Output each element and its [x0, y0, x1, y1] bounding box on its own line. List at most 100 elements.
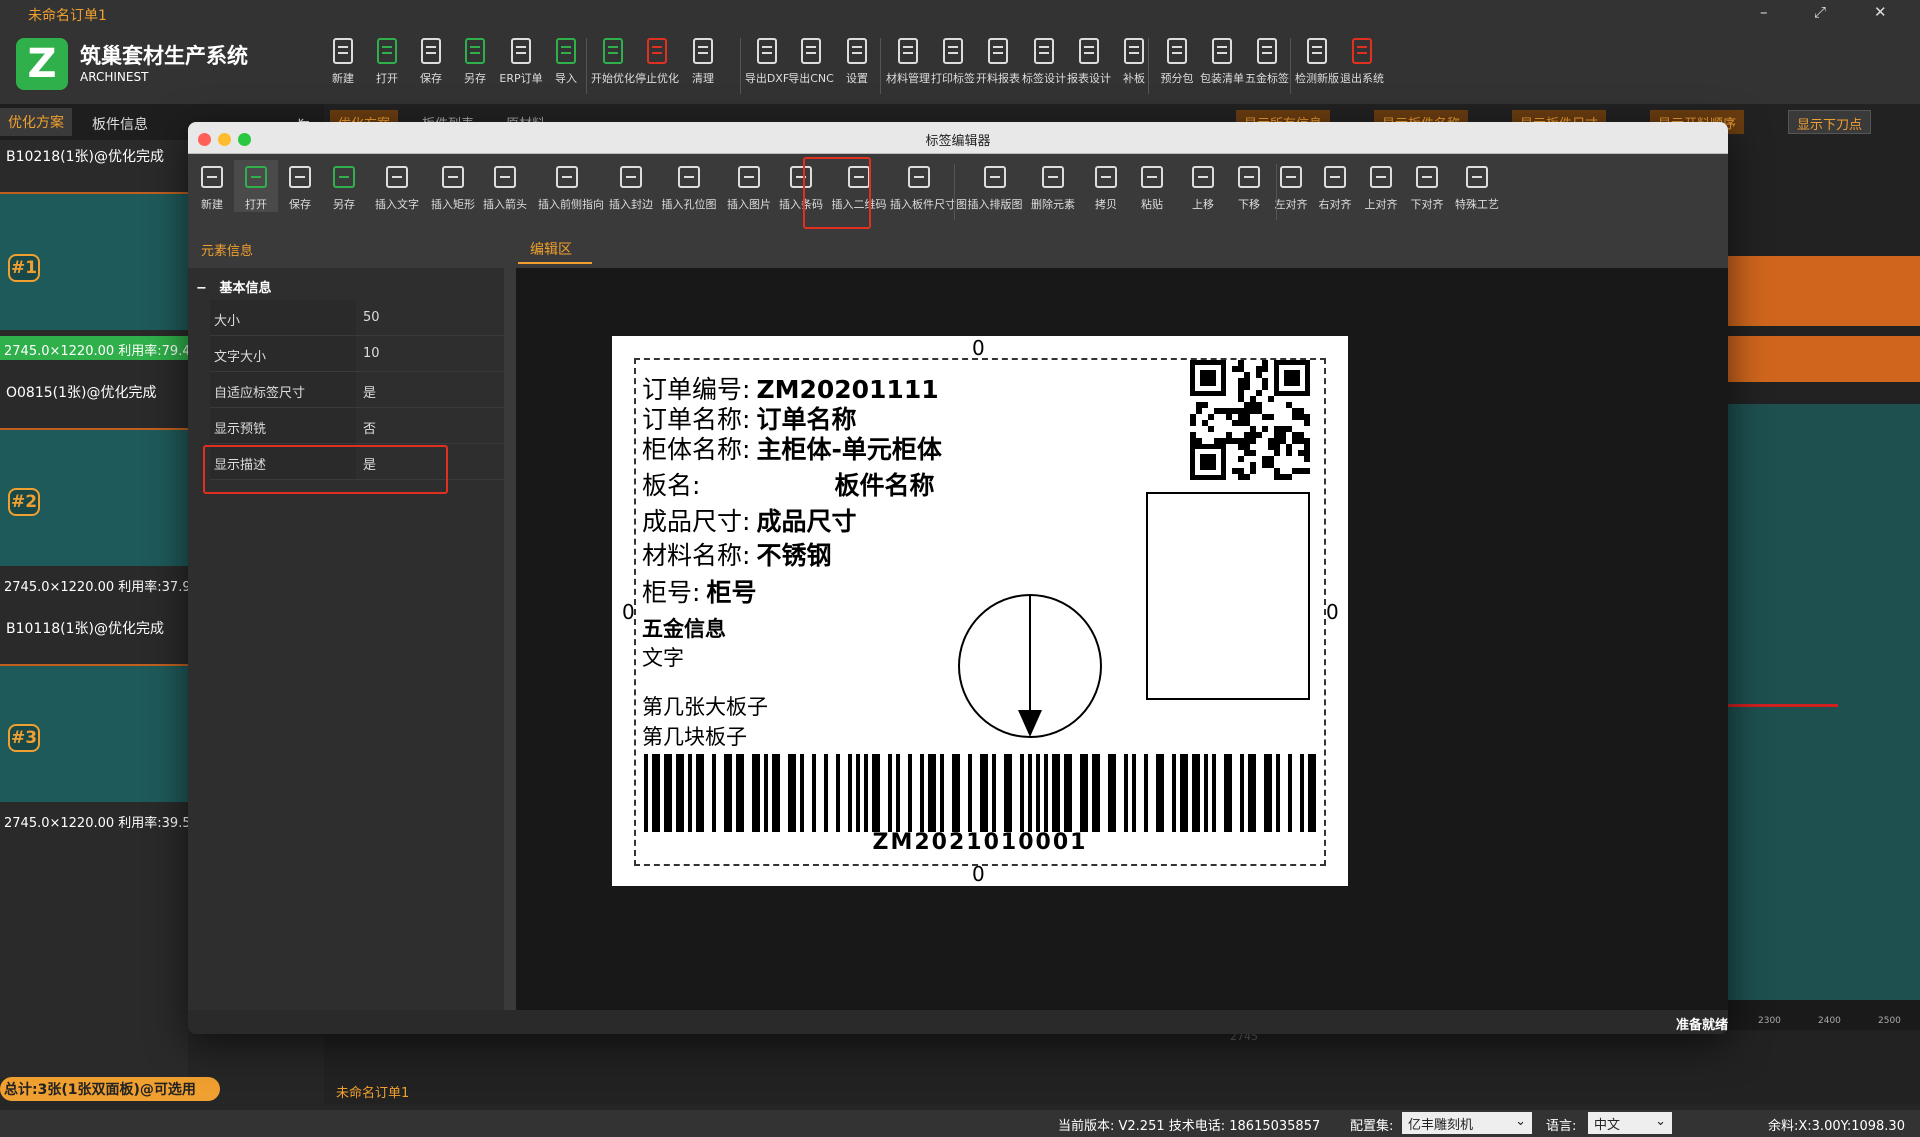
- group-header[interactable]: B10118(1张)@优化完成: [0, 612, 188, 642]
- label-design-button[interactable]: 标签设计: [1021, 36, 1067, 86]
- prop-row[interactable]: 自适应标签尺寸是: [210, 372, 504, 408]
- prop-row[interactable]: 显示预铣否: [210, 408, 504, 444]
- label-field[interactable]: 板名: 板件名称: [642, 466, 934, 502]
- dialog-tool-17-button[interactable]: 粘贴: [1130, 160, 1174, 212]
- open-button[interactable]: 打开: [364, 36, 410, 86]
- dialog-tool-1-button[interactable]: 打开: [234, 160, 278, 212]
- stop-button[interactable]: 停止优化: [634, 36, 680, 86]
- dialog-tool-8-button[interactable]: 插入封边: [602, 160, 660, 212]
- toolbar-separator: [1290, 38, 1291, 94]
- dxf-button[interactable]: 导出DXF: [744, 36, 790, 86]
- hardware-text[interactable]: 五金信息: [642, 613, 726, 643]
- erp-icon: [506, 36, 536, 66]
- update-button[interactable]: 检测新版: [1294, 36, 1340, 86]
- label-field[interactable]: 成品尺寸: 成品尺寸: [642, 502, 856, 538]
- tool-icon: [980, 162, 1010, 192]
- saveas-button[interactable]: 另存: [452, 36, 498, 86]
- props-group-header[interactable]: − 基本信息: [188, 272, 504, 298]
- report-button[interactable]: 开料报表: [975, 36, 1021, 86]
- dialog-tool-0-button[interactable]: 新建: [190, 160, 234, 212]
- label-field[interactable]: 柜体名称: 主柜体-单元柜体: [642, 430, 942, 466]
- tab-board-info[interactable]: 板件信息: [84, 110, 156, 138]
- dialog-tool-10-button[interactable]: 插入图片: [720, 160, 778, 212]
- toolbar-separator: [880, 38, 881, 94]
- import-button[interactable]: 导入: [543, 36, 589, 86]
- exit-button[interactable]: 退出系统: [1339, 36, 1385, 86]
- prop-value[interactable]: 50: [357, 300, 504, 335]
- start-button[interactable]: 开始优化: [590, 36, 636, 86]
- prop-row[interactable]: 大小 50: [210, 300, 504, 336]
- direction-arrow-icon[interactable]: [956, 592, 1104, 740]
- packlist-button[interactable]: 包装清单: [1199, 36, 1245, 86]
- sheet-number-text[interactable]: 第几张大板子: [642, 691, 768, 721]
- piece-number-text[interactable]: 第几块板子: [642, 721, 747, 751]
- tab-edit-area[interactable]: 编辑区: [518, 232, 592, 264]
- prop-row[interactable]: 文字大小 10: [210, 336, 504, 372]
- group-header[interactable]: O0815(1张)@优化完成: [0, 376, 188, 406]
- barcode[interactable]: [644, 754, 1316, 834]
- import-icon: [551, 36, 581, 66]
- dialog-tool-3-button[interactable]: 另存: [322, 160, 366, 212]
- cnc-button[interactable]: 导出CNC: [788, 36, 834, 86]
- minimize-button[interactable]: –: [1760, 3, 1768, 21]
- main-toolbar: Z 筑巢套材生产系统 ARCHINEST 新建 打开 保存 另存 ERP订单 导入 开始优化…: [0, 28, 1920, 104]
- window-title: 未命名订单1: [28, 8, 107, 24]
- sheet-badge: #3: [8, 724, 40, 752]
- tab-element-info[interactable]: 元素信息: [193, 232, 269, 264]
- sheet-stat[interactable]: 2745.0×1220.00 利用率:37.98: [0, 572, 188, 596]
- text-element[interactable]: 文字: [642, 642, 684, 672]
- label-preview[interactable]: 0 0 0 0 订单编号: ZM20201111 订单名称: 订单名称 柜体名称: 主柜体…: [612, 336, 1348, 886]
- sheet-preview[interactable]: #1: [0, 192, 188, 330]
- dialog-tool-16-button[interactable]: 拷贝: [1084, 160, 1128, 212]
- dialog-tool-24-button[interactable]: 特殊工艺: [1448, 160, 1506, 212]
- hardware-icon: [1252, 36, 1282, 66]
- sheet-stat[interactable]: 2745.0×1220.00 利用率:79.44: [0, 336, 188, 360]
- board-size-rect[interactable]: [1146, 492, 1310, 700]
- dialog-tool-13-button[interactable]: 插入板件尺寸图: [890, 160, 967, 212]
- close-button[interactable]: ✕: [1874, 3, 1887, 21]
- tool-label: 另存: [333, 198, 355, 211]
- dialog-tool-5-button[interactable]: 插入矩形: [424, 160, 482, 212]
- config-select[interactable]: 亿丰雕刻机 ⌄: [1402, 1112, 1532, 1134]
- margin-left: 0: [622, 600, 635, 624]
- patch-button[interactable]: 补板: [1111, 36, 1157, 86]
- maximize-button[interactable]: ⤢: [1814, 3, 1826, 21]
- dialog-tool-6-button[interactable]: 插入箭头: [476, 160, 534, 212]
- sheet-stat[interactable]: 2745.0×1220.00 利用率:39.59: [0, 808, 188, 832]
- label-field[interactable]: 柜号: 柜号: [642, 573, 756, 609]
- hardware-button[interactable]: 五金标签: [1244, 36, 1290, 86]
- label-field[interactable]: 材料名称: 不锈钢: [642, 536, 831, 572]
- dialog-tool-9-button[interactable]: 插入孔位图: [660, 160, 718, 212]
- erp-button[interactable]: ERP订单: [498, 36, 544, 86]
- print-button[interactable]: 打印标签: [930, 36, 976, 86]
- sheet-preview[interactable]: #3: [0, 664, 188, 802]
- tool-icon: [329, 162, 359, 192]
- prop-value[interactable]: 是: [357, 372, 504, 407]
- tool-icon: [904, 162, 934, 192]
- save-button[interactable]: 保存: [408, 36, 454, 86]
- dialog-tool-15-button[interactable]: 删除元素: [1024, 160, 1082, 212]
- field-value: 不锈钢: [756, 541, 832, 570]
- tab-order[interactable]: 未命名订单1: [336, 1082, 409, 1101]
- lang-select[interactable]: 中文 ⌄: [1588, 1112, 1672, 1134]
- qr-code[interactable]: [1188, 358, 1312, 482]
- prop-value[interactable]: 否: [357, 408, 504, 443]
- dialog-tool-14-button[interactable]: 插入排版图: [966, 160, 1024, 212]
- show-cut-point-button[interactable]: 显示下刀点: [1788, 110, 1872, 134]
- clean-button[interactable]: 清理: [680, 36, 726, 86]
- new-button[interactable]: 新建: [320, 36, 366, 86]
- group-header[interactable]: B10218(1张)@优化完成: [0, 140, 188, 170]
- report-design-button[interactable]: 报表设计: [1066, 36, 1112, 86]
- tool-label: 插入文字: [375, 198, 419, 211]
- prop-value[interactable]: 10: [357, 336, 504, 371]
- settings-button[interactable]: 设置: [834, 36, 880, 86]
- tab-optimize-plan[interactable]: 优化方案: [0, 108, 72, 136]
- dialog-tool-4-button[interactable]: 插入文字: [368, 160, 426, 212]
- dialog-tool-7-button[interactable]: 插入前侧指向: [538, 160, 604, 212]
- tool-label: 左对齐: [1274, 198, 1308, 211]
- tool-label: 下移: [1238, 198, 1260, 211]
- sheet-preview[interactable]: #2: [0, 428, 188, 566]
- material-button[interactable]: 材料管理: [885, 36, 931, 86]
- prepack-button[interactable]: 预分包: [1154, 36, 1200, 86]
- dialog-tool-2-button[interactable]: 保存: [278, 160, 322, 212]
